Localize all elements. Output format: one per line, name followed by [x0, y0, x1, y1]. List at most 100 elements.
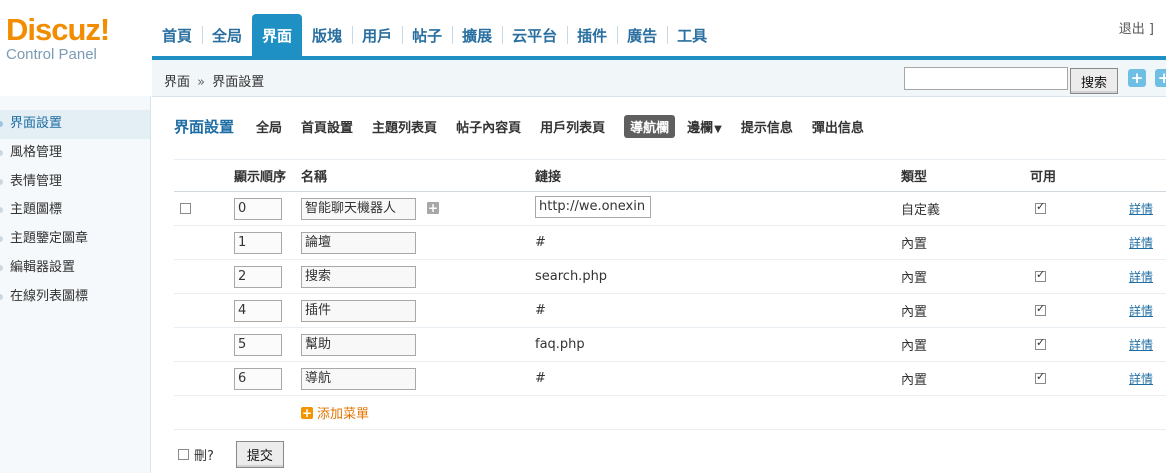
breadcrumb-root[interactable]: 界面	[164, 75, 190, 90]
url-input[interactable]: http://we.onexin	[535, 195, 651, 218]
order-input[interactable]: 6	[234, 367, 282, 390]
search-input[interactable]	[904, 67, 1068, 90]
top-nav-item[interactable]: 用戶	[352, 14, 402, 56]
name-input[interactable]: 導航	[301, 367, 416, 390]
table-row: 2 搜索 search.php 內置 詳情	[174, 259, 1166, 294]
sub-nav-label: 用戶列表頁	[540, 120, 606, 136]
detail-link[interactable]: 詳情	[1129, 236, 1153, 250]
delete-label: 刪?	[194, 449, 214, 464]
header-order: 顯示順序	[234, 159, 301, 192]
detail-link[interactable]: 詳情	[1129, 372, 1153, 386]
available-checkbox[interactable]	[1035, 302, 1046, 316]
top-nav-item[interactable]: 帖子	[402, 14, 452, 56]
sidebar-item[interactable]: 主題圖標	[0, 196, 150, 225]
sidebar-item[interactable]: 風格管理	[0, 139, 150, 168]
type-text: 內置	[901, 271, 928, 286]
sub-nav-label: 邊欄	[687, 120, 714, 136]
order-input[interactable]: 4	[234, 299, 282, 322]
top-nav-item[interactable]: 工具	[667, 14, 717, 56]
add-menu-label: 添加菜單	[317, 407, 370, 422]
header-type: 類型	[901, 159, 1030, 192]
top-nav-item[interactable]: 首頁	[152, 14, 202, 56]
breadcrumb-bar: 界面 » 界面設置 搜索 + +	[152, 60, 1166, 97]
sidebar-item[interactable]: 編輯器設置	[0, 254, 150, 283]
url-text: faq.php	[535, 337, 585, 352]
name-input[interactable]: 論壇	[301, 231, 416, 254]
search-button[interactable]: 搜索	[1070, 68, 1118, 94]
name-input[interactable]: 智能聊天機器人	[301, 197, 416, 220]
top-nav-item[interactable]: 版塊	[302, 14, 352, 56]
type-text: 內置	[901, 339, 928, 354]
sub-nav-item[interactable]: 邊欄▼	[687, 117, 722, 136]
top-nav-item[interactable]: 廣告	[617, 14, 667, 56]
url-text: search.php	[535, 269, 608, 284]
header: Discuz! Control Panel 首頁 全局 界面 版塊 用戶 帖子 擴展 云平台插…	[0, 0, 1166, 63]
detail-link[interactable]: 詳情	[1129, 202, 1153, 216]
order-input[interactable]: 1	[234, 231, 282, 254]
top-nav-item[interactable]: 擴展	[452, 14, 502, 56]
type-text: 內置	[901, 305, 928, 320]
submit-button[interactable]: 提交	[235, 441, 284, 468]
add-menu-link[interactable]: + 添加菜單	[301, 403, 369, 422]
section-title: 界面設置	[174, 117, 235, 136]
table-row: 0 智能聊天機器人 + http://we.onexin 自定義 詳情	[174, 191, 1166, 226]
delete-checkbox[interactable]	[178, 449, 189, 460]
row-select-checkbox[interactable]	[180, 203, 191, 214]
order-input[interactable]: 0	[234, 197, 282, 220]
breadcrumb-current: 界面設置	[212, 75, 265, 90]
sub-nav-label: 全局	[256, 120, 283, 136]
top-nav-item[interactable]: 插件	[567, 14, 617, 56]
add-menu-row: + 添加菜單	[174, 395, 1166, 430]
available-checkbox[interactable]	[1035, 370, 1046, 384]
more-shortcut-icon[interactable]: +	[1155, 69, 1166, 87]
top-nav-item[interactable]: 云平台	[502, 14, 567, 56]
add-shortcut-icon[interactable]: +	[1128, 69, 1146, 87]
type-text: 內置	[901, 237, 928, 252]
add-submenu-icon[interactable]: +	[427, 202, 439, 214]
order-input[interactable]: 2	[234, 265, 282, 288]
detail-link[interactable]: 詳情	[1129, 270, 1153, 284]
sub-nav-label: 首頁設置	[301, 120, 354, 136]
sub-nav-item[interactable]: 彈出信息	[812, 117, 864, 136]
sub-nav-label: 提示信息	[740, 120, 793, 136]
top-nav-item[interactable]: 界面	[252, 14, 303, 56]
order-input[interactable]: 5	[234, 333, 282, 356]
breadcrumb-separator: »	[197, 75, 206, 90]
sub-nav-item[interactable]: 提示信息	[741, 117, 793, 136]
sub-nav-item[interactable]: 主題列表頁	[372, 117, 437, 136]
name-input[interactable]: 插件	[301, 299, 416, 322]
table-footer: 刪? 提交	[178, 441, 284, 468]
table-row: 4 插件 # 內置 詳情	[174, 293, 1166, 328]
table-header-row: 顯示順序 名稱 鏈接 類型 可用	[174, 159, 1166, 192]
url-text: #	[535, 235, 546, 250]
table-row: 6 導航 # 內置 詳情	[174, 361, 1166, 396]
main-content: 界面設置 全局 首頁設置 主題列表頁 帖子內容頁 用戶列表頁 導航欄 邊欄▼ 提示信息 彈出信息…	[152, 97, 1166, 473]
header-url: 鏈接	[535, 159, 901, 192]
logout-link[interactable]: 退出 ]	[1119, 18, 1154, 37]
available-checkbox[interactable]	[1035, 268, 1046, 282]
logo-subtitle: Control Panel	[6, 46, 97, 63]
breadcrumb: 界面 » 界面設置	[164, 71, 264, 90]
url-text: #	[535, 303, 546, 318]
sidebar-item[interactable]: 表情管理	[0, 168, 150, 197]
nav-table: 顯示順序 名稱 鏈接 類型 可用 0 智能聊天機器人 + http://we.onex…	[174, 159, 1166, 430]
header-name: 名稱	[301, 159, 535, 192]
sub-nav-item[interactable]: 全局	[256, 117, 282, 136]
sidebar-item[interactable]: 界面設置	[0, 110, 150, 139]
available-checkbox[interactable]	[1035, 336, 1046, 350]
sub-nav-item[interactable]: 導航欄	[624, 114, 676, 138]
name-input[interactable]: 幫助	[301, 333, 416, 356]
available-checkbox[interactable]	[1035, 200, 1046, 214]
name-input[interactable]: 搜索	[301, 265, 416, 288]
sub-nav-item[interactable]: 帖子內容頁	[456, 117, 521, 136]
sub-nav-item[interactable]: 首頁設置	[301, 117, 353, 136]
top-nav-item[interactable]: 全局	[202, 14, 252, 56]
table-row: 1 論壇 # 內置 詳情	[174, 225, 1166, 260]
sub-nav-item[interactable]: 用戶列表頁	[540, 117, 605, 136]
sidebar-item[interactable]: 在線列表圖標	[0, 283, 150, 312]
dropdown-caret-icon: ▼	[714, 123, 722, 135]
detail-link[interactable]: 詳情	[1129, 304, 1153, 318]
detail-link[interactable]: 詳情	[1129, 338, 1153, 352]
sub-nav-label: 彈出信息	[811, 120, 864, 136]
sidebar-item[interactable]: 主題鑒定圖章	[0, 225, 150, 254]
